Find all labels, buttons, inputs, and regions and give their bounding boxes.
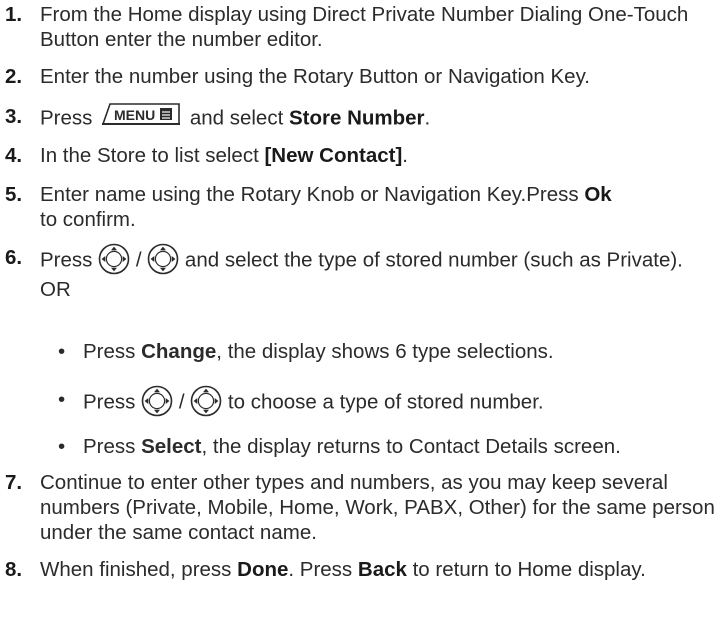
instruction-page: 1. From the Home display using Direct Pr… <box>0 0 726 633</box>
step-text: Enter the number using the Rotary Button… <box>40 65 591 88</box>
step-number: 3. <box>5 105 23 128</box>
navigation-key-icon <box>190 385 222 417</box>
menu-key-label: MENU <box>114 107 155 123</box>
step-number: 2. <box>5 65 23 88</box>
bullet-text: Press Change, the display shows 6 type s… <box>83 340 554 363</box>
step-number: 7. <box>5 471 23 494</box>
bullet-text: Press Select, the display returns to Con… <box>83 435 621 458</box>
step-number: 8. <box>5 558 23 581</box>
step-text: When finished, press Done. Press Back to… <box>40 558 646 581</box>
step-text: Enter name using the Rotary Knob or Navi… <box>40 183 612 231</box>
navigation-key-icon <box>147 243 179 275</box>
bullet-dot: • <box>58 435 66 458</box>
step-number: 6. <box>5 246 23 269</box>
bullet-text: Press / to choose a type of stored numbe… <box>83 387 722 419</box>
step-number: 5. <box>5 183 23 206</box>
step-text: Continue to enter other types and number… <box>40 471 715 544</box>
step-text: In the Store to list select [New Contact… <box>40 144 408 167</box>
step-number: 1. <box>5 3 23 26</box>
bullet-dot: • <box>58 340 66 363</box>
navigation-key-icon <box>98 243 130 275</box>
bullet-dot: • <box>58 388 66 411</box>
step-text: Press MENU and select Store Number. <box>40 102 722 134</box>
step-text: Press / and select the type of stored nu… <box>40 245 722 302</box>
step-number: 4. <box>5 144 23 167</box>
step-text: From the Home display using Direct Priva… <box>40 3 689 51</box>
navigation-key-icon <box>141 385 173 417</box>
menu-key-icon: MENU <box>100 102 182 132</box>
or-label: OR <box>40 278 71 301</box>
